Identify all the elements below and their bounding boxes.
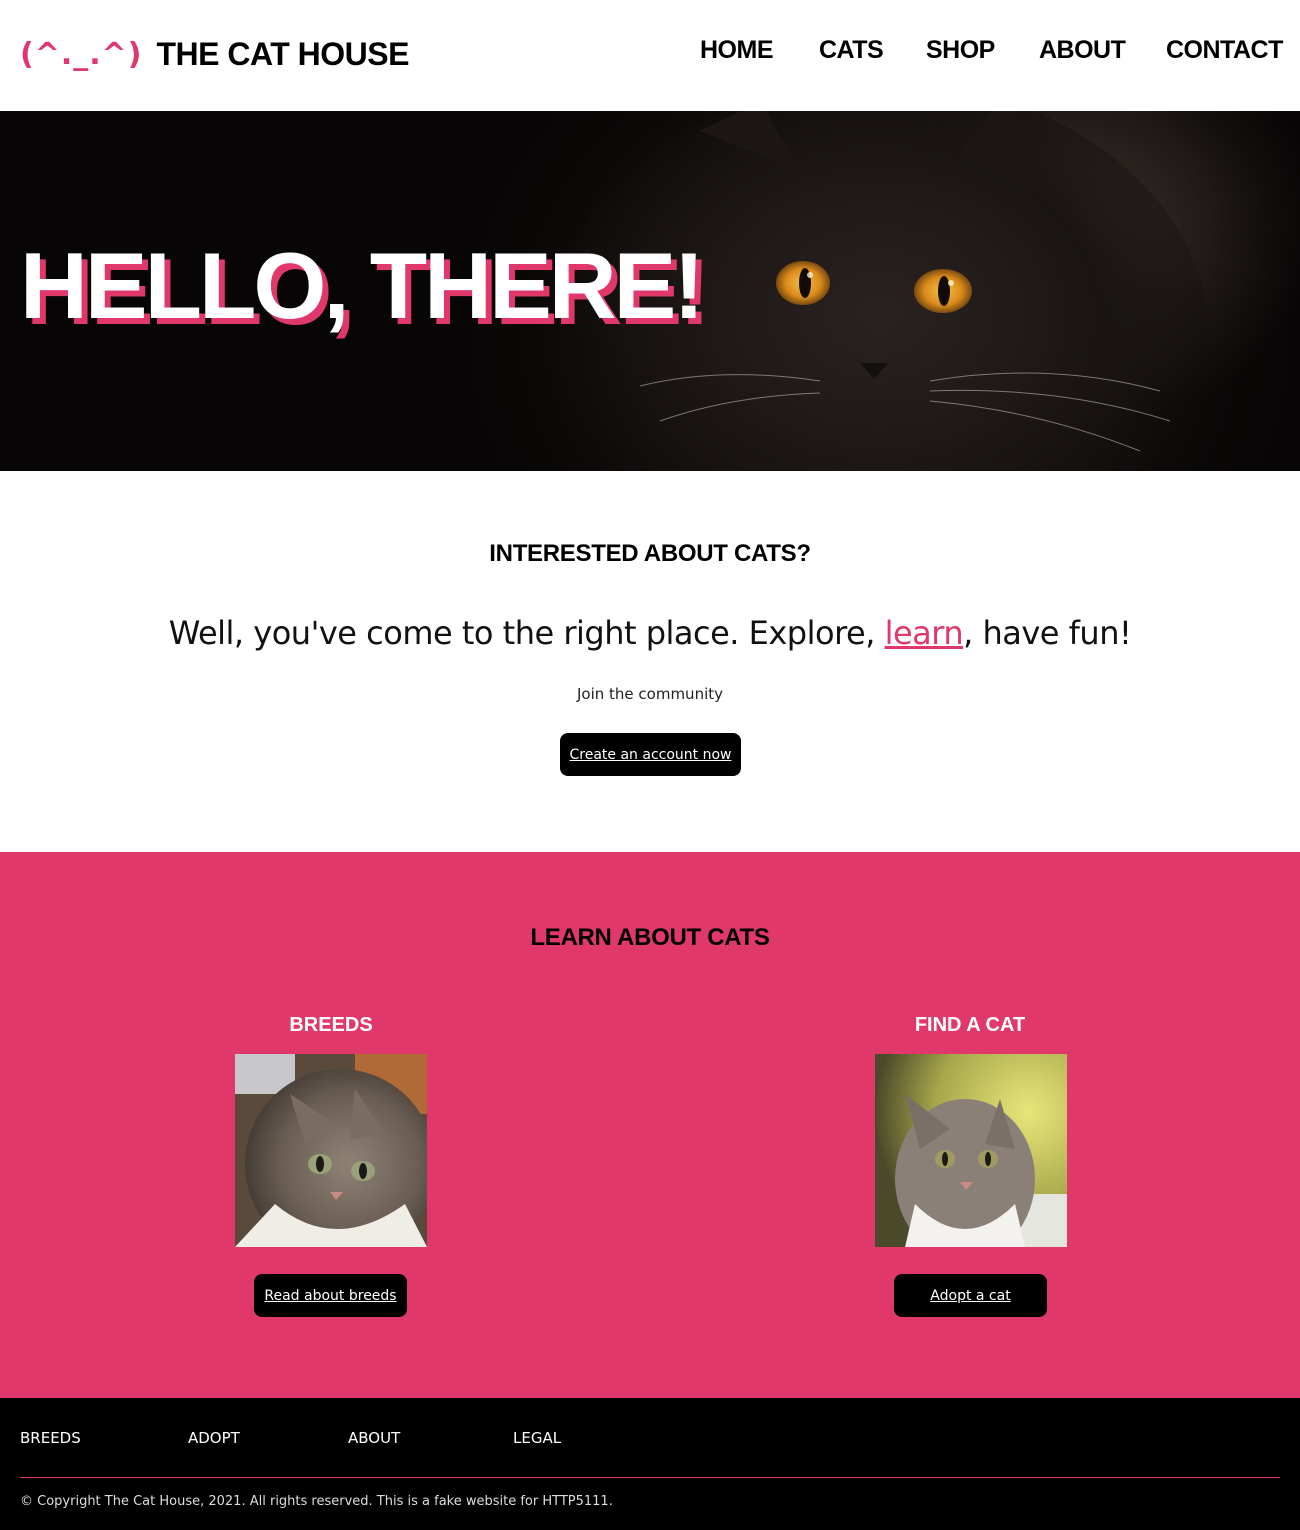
- intro-lead-text-end: , have fun!: [963, 614, 1132, 652]
- footer-link-about[interactable]: ABOUT: [348, 1429, 400, 1447]
- create-account-button[interactable]: Create an account now: [560, 733, 741, 776]
- nav-about[interactable]: ABOUT: [1039, 36, 1126, 65]
- card-title-find-a-cat: FIND A CAT: [914, 1014, 1026, 1036]
- nav-contact[interactable]: CONTACT: [1166, 36, 1283, 65]
- intro-lead-text-start: Well, you've come to the right place. Ex…: [168, 614, 885, 652]
- card-title-breeds: BREEDS: [289, 1014, 373, 1036]
- learn-heading: LEARN ABOUT CATS: [530, 924, 770, 951]
- breeds-cat-image[interactable]: [235, 1054, 427, 1247]
- find-a-cat-image[interactable]: [875, 1054, 1067, 1247]
- site-footer: BREEDS ADOPT ABOUT LEGAL © Copyright The…: [0, 1398, 1300, 1530]
- nav-cats[interactable]: CATS: [819, 36, 884, 65]
- logo[interactable]: (^._.^) THE CAT HOUSE: [20, 34, 409, 74]
- read-about-breeds-button[interactable]: Read about breeds: [254, 1274, 407, 1317]
- footer-link-adopt[interactable]: ADOPT: [188, 1429, 240, 1447]
- hero-title: HELLO, THERE!: [20, 233, 705, 338]
- site-header: (^._.^) THE CAT HOUSE HOME CATS SHOP ABO…: [0, 0, 1300, 111]
- copyright-text: © Copyright The Cat House, 2021. All rig…: [20, 1494, 613, 1509]
- intro-heading: INTERESTED ABOUT CATS?: [489, 540, 811, 567]
- footer-divider: [20, 1477, 1280, 1478]
- footer-link-breeds[interactable]: BREEDS: [20, 1429, 81, 1447]
- cat-face-logo-icon: (^._.^): [20, 36, 143, 72]
- site-title: THE CAT HOUSE: [156, 35, 410, 72]
- adopt-a-cat-button[interactable]: Adopt a cat: [894, 1274, 1047, 1317]
- nav-home[interactable]: HOME: [700, 36, 774, 65]
- footer-link-legal[interactable]: LEGAL: [513, 1429, 561, 1447]
- learn-section: LEARN ABOUT CATS BREEDS Read about breed…: [0, 852, 1300, 1398]
- nav-shop[interactable]: SHOP: [926, 36, 995, 65]
- intro-lead: Well, you've come to the right place. Ex…: [0, 614, 1300, 652]
- hero-banner: HELLO, THERE!: [0, 111, 1300, 471]
- learn-link[interactable]: learn: [885, 614, 964, 652]
- join-community-text: Join the community: [576, 685, 723, 703]
